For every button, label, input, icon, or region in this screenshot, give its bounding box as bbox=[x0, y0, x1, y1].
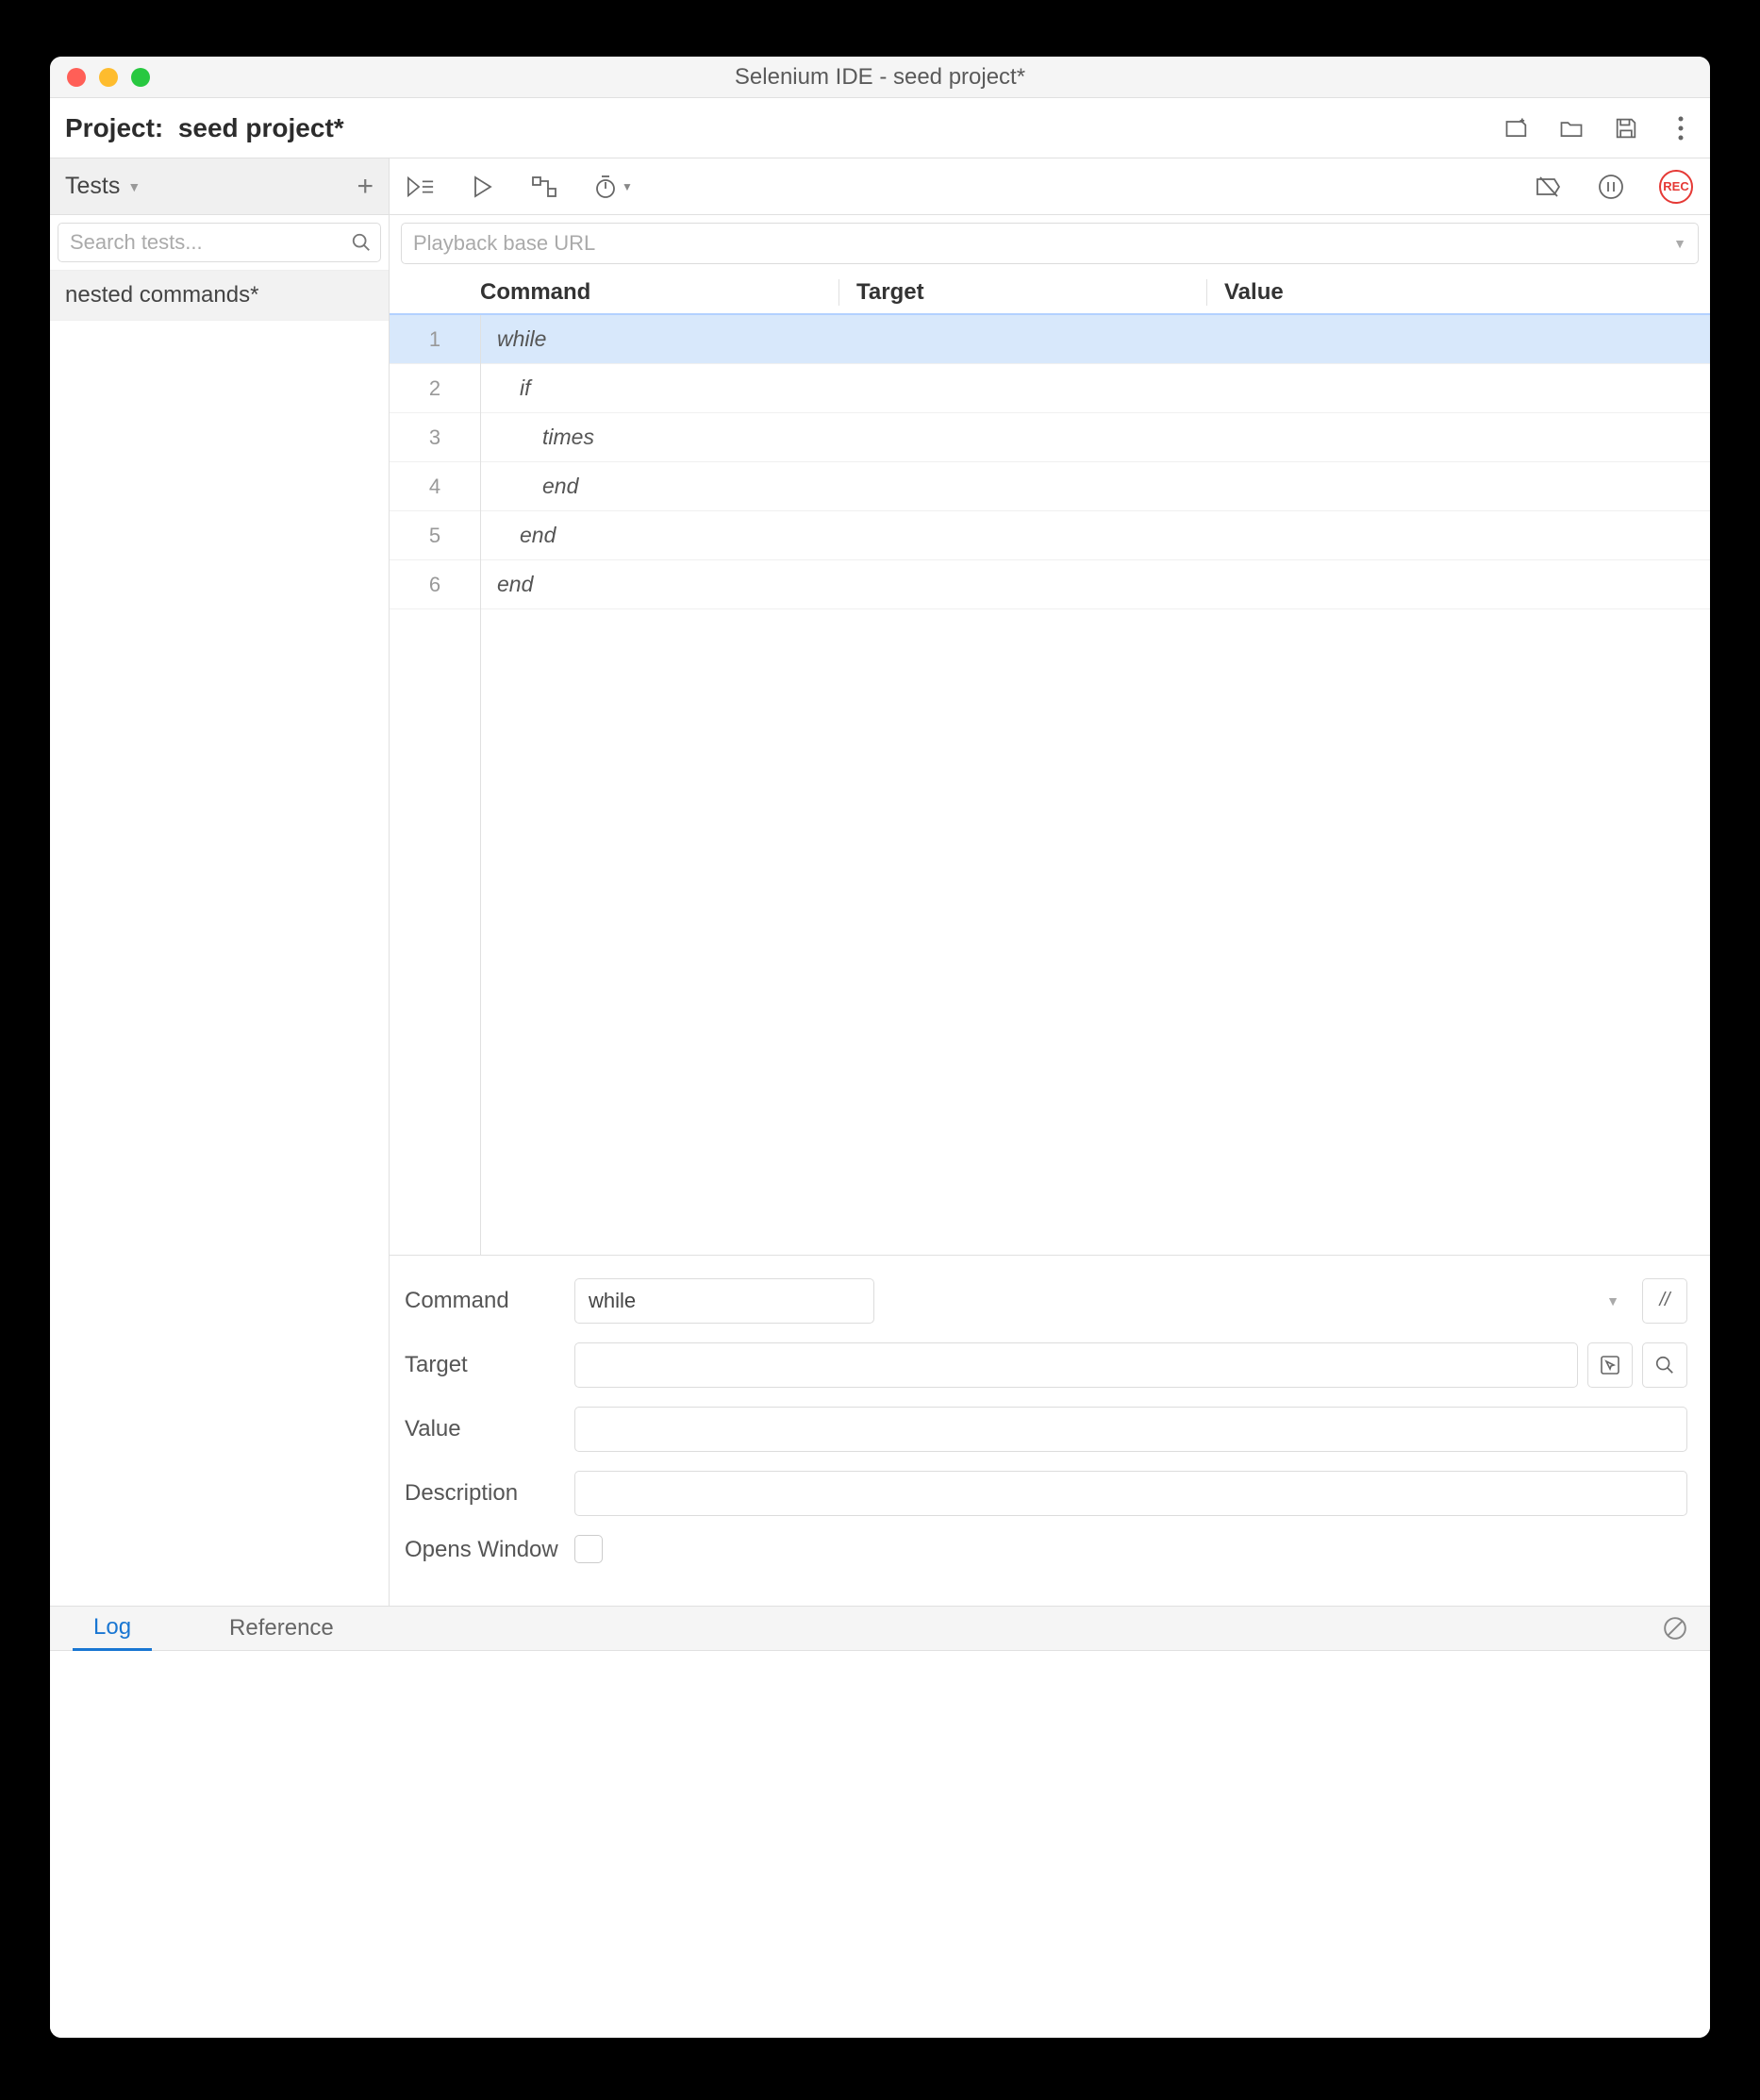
base-url-dropdown-icon[interactable]: ▼ bbox=[1673, 236, 1686, 251]
command-label: Command bbox=[405, 1288, 574, 1314]
tab-reference[interactable]: Reference bbox=[208, 1608, 355, 1649]
titlebar: Selenium IDE - seed project* bbox=[50, 57, 1710, 98]
row-command: times bbox=[480, 425, 594, 450]
command-row[interactable]: 5end bbox=[390, 511, 1710, 560]
command-editor: Command ▼ // Target bbox=[390, 1255, 1710, 1606]
app-window: Selenium IDE - seed project* Project: se… bbox=[50, 57, 1710, 2038]
select-target-in-page-button[interactable] bbox=[1587, 1342, 1633, 1388]
row-number: 6 bbox=[390, 573, 480, 597]
row-number: 1 bbox=[390, 327, 480, 352]
row-command: end bbox=[480, 474, 578, 499]
search-icon bbox=[351, 232, 372, 253]
target-label: Target bbox=[405, 1352, 574, 1378]
save-project-icon[interactable] bbox=[1612, 114, 1640, 142]
url-bar: ▼ bbox=[390, 215, 1710, 272]
log-panel bbox=[50, 1651, 1710, 2038]
main-panel: ▼ REC ▼ bbox=[390, 158, 1710, 1606]
project-name[interactable]: Project: seed project* bbox=[65, 113, 344, 143]
pause-icon[interactable] bbox=[1597, 173, 1625, 201]
speed-menu-icon[interactable]: ▼ bbox=[593, 173, 633, 201]
add-test-button[interactable]: + bbox=[357, 173, 374, 201]
row-number: 3 bbox=[390, 425, 480, 450]
description-input[interactable] bbox=[574, 1471, 1687, 1516]
search-tests-input[interactable] bbox=[58, 223, 381, 262]
target-input[interactable] bbox=[574, 1342, 1578, 1388]
command-rows: 1while2if3times4end5end6end bbox=[390, 315, 1710, 1255]
maximize-window-button[interactable] bbox=[131, 68, 150, 87]
step-over-icon[interactable] bbox=[531, 173, 559, 201]
minimize-window-button[interactable] bbox=[99, 68, 118, 87]
chevron-down-icon: ▼ bbox=[127, 179, 141, 194]
row-command: end bbox=[480, 572, 533, 597]
row-command: while bbox=[480, 326, 546, 352]
find-target-button[interactable] bbox=[1642, 1342, 1687, 1388]
chevron-down-icon: ▼ bbox=[1606, 1293, 1619, 1308]
tests-dropdown[interactable]: Tests ▼ + bbox=[50, 158, 389, 215]
test-list: nested commands* bbox=[50, 271, 389, 1606]
command-row[interactable]: 6end bbox=[390, 560, 1710, 609]
description-label: Description bbox=[405, 1480, 574, 1507]
tab-log[interactable]: Log bbox=[73, 1607, 152, 1651]
more-menu-icon[interactable] bbox=[1667, 114, 1695, 142]
row-command: end bbox=[480, 523, 556, 548]
header-command: Command bbox=[480, 279, 838, 306]
run-current-test-icon[interactable] bbox=[469, 173, 497, 201]
test-item[interactable]: nested commands* bbox=[50, 271, 389, 321]
value-label: Value bbox=[405, 1416, 574, 1442]
window-title: Selenium IDE - seed project* bbox=[50, 64, 1710, 91]
search-tests-wrap bbox=[50, 215, 389, 271]
run-all-tests-icon[interactable] bbox=[407, 173, 435, 201]
log-tabs: Log Reference bbox=[50, 1606, 1710, 1651]
command-row[interactable]: 3times bbox=[390, 413, 1710, 462]
value-input[interactable] bbox=[574, 1407, 1687, 1452]
opens-window-label: Opens Window bbox=[405, 1535, 574, 1564]
playback-toolbar: ▼ REC bbox=[390, 158, 1710, 215]
row-command: if bbox=[480, 375, 531, 401]
close-window-button[interactable] bbox=[67, 68, 86, 87]
row-number: 2 bbox=[390, 376, 480, 401]
command-row[interactable]: 4end bbox=[390, 462, 1710, 511]
sidebar: Tests ▼ + nested commands* bbox=[50, 158, 390, 1606]
new-project-icon[interactable] bbox=[1503, 114, 1531, 142]
command-select[interactable] bbox=[574, 1278, 874, 1324]
toggle-comment-button[interactable]: // bbox=[1642, 1278, 1687, 1324]
command-table-header: Command Target Value bbox=[390, 272, 1710, 315]
disable-breakpoints-icon[interactable] bbox=[1535, 173, 1563, 201]
command-row[interactable]: 1while bbox=[390, 315, 1710, 364]
tests-label: Tests bbox=[65, 173, 120, 200]
opens-window-checkbox[interactable] bbox=[574, 1535, 603, 1563]
row-number: 5 bbox=[390, 524, 480, 548]
project-bar: Project: seed project* bbox=[50, 98, 1710, 158]
record-button[interactable]: REC bbox=[1659, 170, 1693, 204]
base-url-input[interactable] bbox=[413, 231, 1666, 256]
command-row[interactable]: 2if bbox=[390, 364, 1710, 413]
content-area: Tests ▼ + nested commands* bbox=[50, 158, 1710, 1606]
header-value: Value bbox=[1206, 279, 1710, 306]
clear-log-icon[interactable] bbox=[1663, 1616, 1687, 1641]
header-target: Target bbox=[838, 279, 1206, 306]
row-number: 4 bbox=[390, 475, 480, 499]
open-project-icon[interactable] bbox=[1557, 114, 1586, 142]
traffic-lights bbox=[50, 68, 150, 87]
